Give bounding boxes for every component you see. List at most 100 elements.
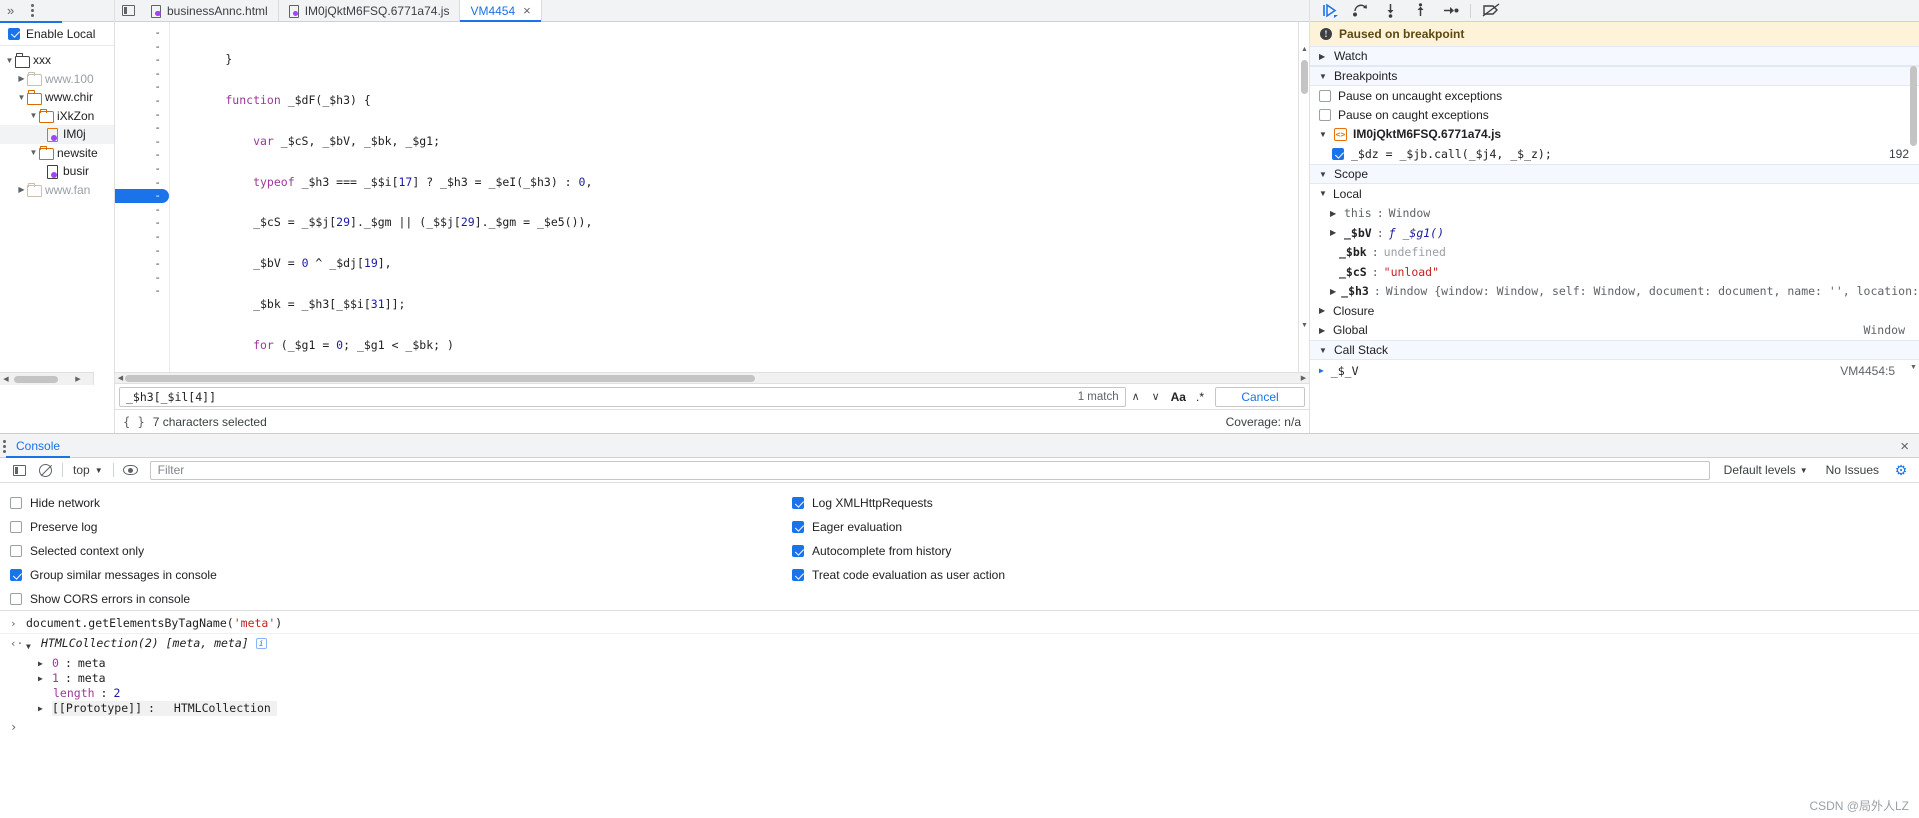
- resume-script-icon[interactable]: [1316, 1, 1344, 21]
- code-content[interactable]: } function _$dF(_$h3) { var _$cS, _$bV, …: [170, 22, 1298, 372]
- code-line[interactable]: _$bk = _$h3[_$$i[31]];: [170, 297, 1298, 312]
- scroll-down-arrow[interactable]: ▼: [1299, 322, 1309, 334]
- chevron-right-icon[interactable]: ▶: [38, 701, 46, 716]
- scope-local-group[interactable]: Local: [1310, 184, 1919, 204]
- chevron-down-icon[interactable]: [4, 56, 15, 65]
- tab-businessAnnc-html[interactable]: businessAnnc.html: [141, 0, 279, 21]
- gutter-line[interactable]: -: [115, 176, 169, 190]
- gutter-line[interactable]: -: [115, 94, 169, 108]
- gutter-line[interactable]: -: [115, 135, 169, 149]
- chevron-down-icon[interactable]: [1319, 189, 1328, 198]
- console-result-child[interactable]: ▶ 0: meta: [0, 656, 1919, 671]
- gutter-line[interactable]: -: [115, 67, 169, 81]
- setting-show-cors-errors[interactable]: Show CORS errors in console: [10, 587, 217, 611]
- gear-icon[interactable]: ⚙: [1889, 460, 1913, 480]
- console-input-expression[interactable]: document.getElementsByTagName('meta'): [26, 616, 282, 631]
- gutter-line[interactable]: -: [115, 203, 169, 217]
- pause-uncaught-checkbox[interactable]: [1319, 89, 1331, 102]
- chevron-right-icon[interactable]: ▶: [38, 656, 46, 671]
- tab-console[interactable]: Console: [6, 434, 71, 458]
- cancel-button[interactable]: Cancel: [1215, 386, 1305, 407]
- enable-local-overrides-row[interactable]: Enable Local: [0, 22, 114, 46]
- gutter-line[interactable]: -: [115, 40, 169, 54]
- chevron-right-icon[interactable]: [16, 185, 27, 194]
- scroll-right-arrow[interactable]: ▶: [72, 373, 84, 386]
- chevron-right-icon[interactable]: [1330, 228, 1339, 237]
- scope-global-group[interactable]: Global Window: [1310, 321, 1919, 341]
- setting-hide-network[interactable]: Hide network: [10, 491, 217, 515]
- console-result-summary[interactable]: HTMLCollection(2) [meta, meta] i: [41, 636, 267, 651]
- line-gutter[interactable]: - - - - - - - - - - - - - - - - - - - -: [115, 22, 170, 372]
- close-icon[interactable]: ×: [523, 3, 531, 18]
- code-line[interactable]: function _$dF(_$h3) {: [170, 93, 1298, 108]
- issues-button[interactable]: No Issues: [1816, 463, 1889, 477]
- gutter-line[interactable]: -: [115, 284, 169, 298]
- console-prompt[interactable]: ›: [0, 716, 1919, 738]
- selected-context-checkbox[interactable]: [10, 545, 22, 557]
- navigator-horizontal-scrollbar[interactable]: ◀ ▶: [0, 372, 94, 385]
- setting-selected-context-only[interactable]: Selected context only: [10, 539, 217, 563]
- chevron-right-icon[interactable]: ▶: [38, 671, 46, 686]
- tree-row[interactable]: newsite: [0, 144, 114, 163]
- regex-button[interactable]: .*: [1191, 390, 1209, 404]
- tree-row[interactable]: www.chir: [0, 88, 114, 107]
- watch-section-header[interactable]: Watch: [1310, 46, 1919, 66]
- eager-eval-checkbox[interactable]: [792, 521, 804, 533]
- gutter-line[interactable]: -: [115, 121, 169, 135]
- console-result-child-prototype[interactable]: ▶ [[Prototype]]: HTMLCollection: [0, 701, 1919, 716]
- log-xhr-checkbox[interactable]: [792, 497, 804, 509]
- chevron-down-icon[interactable]: [1319, 130, 1328, 139]
- tree-row[interactable]: www.fan: [0, 181, 114, 200]
- setting-eager-evaluation[interactable]: Eager evaluation: [792, 515, 1005, 539]
- chevron-right-icon[interactable]: [1319, 306, 1328, 315]
- gutter-line[interactable]: -: [115, 244, 169, 258]
- gutter-line[interactable]: -: [115, 257, 169, 271]
- chevron-down-icon[interactable]: [1319, 346, 1328, 355]
- tree-row[interactable]: iXkZon: [0, 107, 114, 126]
- debugger-vertical-scrollbar[interactable]: ▼: [1908, 22, 1919, 433]
- enable-local-checkbox[interactable]: [8, 27, 20, 40]
- console-filter-input[interactable]: Filter: [149, 460, 1710, 480]
- scrollbar-thumb[interactable]: [14, 376, 58, 383]
- breakpoint-file-row[interactable]: <> IM0jQktM6FSQ.6771a74.js: [1310, 124, 1919, 144]
- navigator-menu-icon[interactable]: [25, 4, 40, 17]
- scope-closure-group[interactable]: Closure: [1310, 301, 1919, 321]
- tree-row[interactable]: busir: [0, 162, 114, 181]
- tree-row[interactable]: xxx: [0, 51, 114, 70]
- chevron-down-icon[interactable]: ▼: [26, 639, 34, 654]
- pause-caught-exceptions-row[interactable]: Pause on caught exceptions: [1310, 105, 1919, 124]
- step-over-icon[interactable]: [1346, 1, 1374, 21]
- user-action-checkbox[interactable]: [792, 569, 804, 581]
- scroll-down-arrow[interactable]: ▼: [1908, 364, 1919, 371]
- pause-caught-checkbox[interactable]: [1319, 108, 1331, 121]
- scrollbar-thumb[interactable]: [125, 375, 755, 382]
- setting-autocomplete-history[interactable]: Autocomplete from history: [792, 539, 1005, 563]
- breakpoints-section-header[interactable]: Breakpoints: [1310, 66, 1919, 86]
- setting-preserve-log[interactable]: Preserve log: [10, 515, 217, 539]
- console-result-child[interactable]: length: 2: [0, 686, 1919, 701]
- live-expression-icon[interactable]: [118, 460, 144, 480]
- search-input[interactable]: _$h3[_$il[4]] 1 match: [119, 386, 1126, 407]
- step-icon[interactable]: [1436, 1, 1464, 21]
- step-out-icon[interactable]: [1406, 1, 1434, 21]
- gutter-line[interactable]: -: [115, 216, 169, 230]
- chevron-right-icon[interactable]: [1319, 326, 1328, 335]
- info-badge-icon[interactable]: i: [255, 638, 267, 649]
- chevron-down-icon[interactable]: [1319, 72, 1328, 81]
- call-stack-frame[interactable]: ▶ _$_V VM4454:5: [1310, 360, 1919, 381]
- scroll-right-arrow[interactable]: ▶: [1298, 373, 1309, 384]
- code-line[interactable]: for (_$g1 = 0; _$g1 < _$bk; ): [170, 338, 1298, 353]
- chevron-right-icon[interactable]: [16, 74, 27, 83]
- setting-user-action[interactable]: Treat code evaluation as user action: [792, 563, 1005, 587]
- console-sidebar-icon[interactable]: [6, 460, 32, 480]
- step-into-icon[interactable]: [1376, 1, 1404, 21]
- more-tabs-icon[interactable]: »: [4, 4, 17, 17]
- gutter-line[interactable]: -: [115, 26, 169, 40]
- clear-console-icon[interactable]: [32, 460, 58, 480]
- chevron-right-icon[interactable]: [1330, 287, 1336, 296]
- chevron-down-icon[interactable]: [1319, 170, 1328, 179]
- execution-context-selector[interactable]: top ▼: [67, 463, 109, 477]
- code-line[interactable]: }: [170, 52, 1298, 67]
- match-case-button[interactable]: Aa: [1166, 390, 1191, 404]
- close-drawer-icon[interactable]: ×: [1900, 439, 1909, 454]
